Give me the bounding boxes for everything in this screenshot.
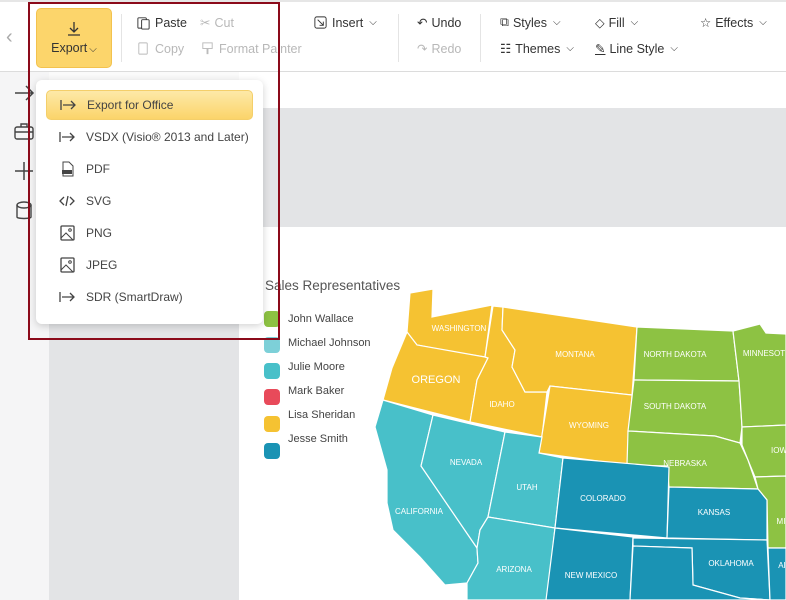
state-label-new-mexico: NEW MEXICO — [565, 571, 617, 580]
menu-item-label: SDR (SmartDraw) — [86, 290, 183, 304]
state-label-idaho: IDAHO — [489, 400, 514, 409]
state-label-iowa: IOW — [771, 446, 786, 455]
export-menu-item[interactable]: PNG — [46, 218, 253, 248]
state-label-wyoming: WYOMING — [569, 421, 609, 430]
state-label-oregon: OREGON — [412, 374, 461, 386]
menu-item-label: PDF — [86, 162, 110, 176]
state-label-arizona: ARIZONA — [496, 565, 532, 574]
code-icon — [59, 195, 75, 207]
state-label-colorado: COLORADO — [580, 494, 626, 503]
export-menu-item[interactable]: Export for Office — [46, 90, 253, 120]
state-label-nebraska: NEBRASKA — [663, 459, 707, 468]
state-label-arkansas: AI — [778, 561, 786, 570]
export-menu-item[interactable]: PDF — [46, 154, 253, 184]
menu-item-label: SVG — [86, 194, 112, 208]
menu-item-label: VSDX (Visio® 2013 and Later) — [86, 130, 249, 144]
menu-item-label: PNG — [86, 226, 113, 240]
state-label-south-dakota: SOUTH DAKOTA — [644, 402, 707, 411]
state-new-mexico[interactable] — [545, 527, 634, 600]
state-label-oklahoma: OKLAHOMA — [708, 559, 754, 568]
state-arkansas[interactable] — [767, 547, 786, 600]
state-arizona[interactable] — [466, 516, 556, 600]
state-label-north-dakota: NORTH DAKOTA — [644, 350, 707, 359]
state-label-utah: UTAH — [516, 483, 537, 492]
state-label-california: CALIFORNIA — [395, 507, 444, 516]
state-label-nevada: NEVADA — [450, 458, 483, 467]
export-menu-item[interactable]: SVG — [46, 186, 253, 216]
export-arrow-icon — [59, 292, 75, 302]
export-menu-item[interactable]: VSDX (Visio® 2013 and Later) — [46, 122, 253, 152]
export-menu-item[interactable]: SDR (SmartDraw) — [46, 282, 253, 312]
export-menu-item[interactable]: JPEG — [46, 250, 253, 280]
state-minnesota[interactable] — [732, 323, 786, 428]
export-arrow-icon — [59, 132, 75, 142]
export-arrow-icon — [60, 100, 76, 110]
image-icon — [60, 225, 75, 241]
state-label-missouri: MI — [777, 517, 786, 526]
pdf-file-icon — [62, 161, 74, 177]
menu-item-label: JPEG — [86, 258, 118, 272]
menu-item-label: Export for Office — [87, 98, 174, 112]
state-label-minnesota: MINNESOT — [743, 349, 785, 358]
state-label-washington: WASHINGTON — [432, 324, 487, 333]
export-dropdown-menu: Export for Office VSDX (Visio® 2013 and L… — [36, 80, 263, 324]
image-icon — [60, 257, 75, 273]
state-label-kansas: KANSAS — [698, 508, 730, 517]
state-label-montana: MONTANA — [555, 350, 595, 359]
